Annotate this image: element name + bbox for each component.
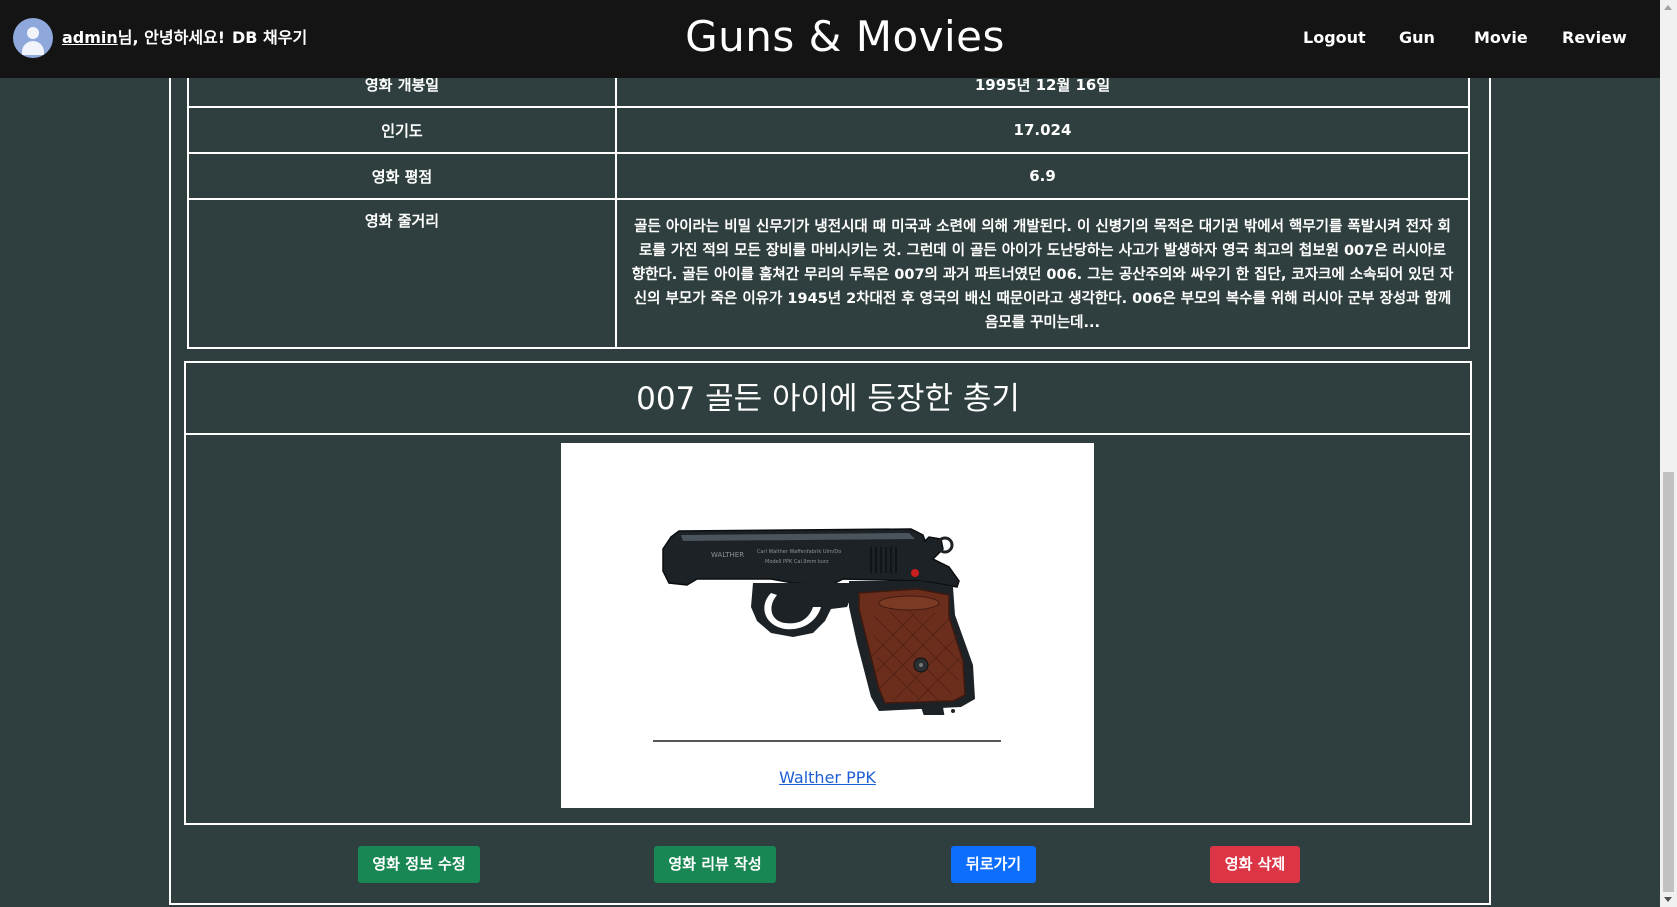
brand-title[interactable]: Guns & Movies — [640, 12, 1050, 61]
write-review-button[interactable]: 영화 리뷰 작성 — [654, 846, 776, 883]
nav-movie[interactable]: Movie — [1474, 28, 1528, 47]
nav-logout[interactable]: Logout — [1303, 28, 1366, 47]
svg-text:Carl Walther Waffenfabrik Ulm/: Carl Walther Waffenfabrik Ulm/Do — [757, 549, 841, 555]
gun-card[interactable]: WALTHER Carl Walther Waffenfabrik Ulm/Do… — [561, 443, 1094, 808]
svg-text:WALTHER: WALTHER — [711, 551, 744, 559]
movie-info-table: 영화 개봉일 1995년 12월 16일 인기도 17.024 영화 평점 6.… — [187, 60, 1470, 349]
popularity-value: 17.024 — [615, 106, 1470, 154]
table-row: 영화 평점 6.9 — [187, 152, 1470, 200]
user-icon — [27, 27, 39, 39]
back-button[interactable]: 뒤로가기 — [951, 846, 1036, 883]
vertical-scrollbar[interactable] — [1660, 0, 1677, 907]
top-navbar: admin님, 안녕하세요! DB 채우기 Guns & Movies Logo… — [0, 0, 1660, 78]
pistol-image[interactable]: WALTHER Carl Walther Waffenfabrik Ulm/Do… — [653, 475, 1001, 715]
greeting: admin님, 안녕하세요! — [62, 24, 225, 48]
nav-gun[interactable]: Gun — [1399, 28, 1435, 47]
scroll-up-icon[interactable] — [1664, 5, 1672, 10]
guns-section: 007 골든 아이에 등장한 총기 WALTHER Carl Walther W… — [184, 361, 1472, 825]
popularity-label: 인기도 — [187, 106, 617, 154]
user-icon-body — [22, 41, 44, 55]
scroll-down-icon[interactable] — [1664, 897, 1672, 902]
gun-divider — [653, 740, 1001, 742]
rating-label: 영화 평점 — [187, 152, 617, 200]
edit-movie-button[interactable]: 영화 정보 수정 — [358, 846, 480, 883]
gun-link-walther-ppk[interactable]: Walther PPK — [561, 768, 1094, 787]
plot-value: 골든 아이라는 비밀 신무기가 냉전시대 때 미국과 소련에 의해 개발된다. … — [615, 198, 1470, 349]
username-link[interactable]: admin — [62, 28, 118, 47]
table-row: 인기도 17.024 — [187, 106, 1470, 154]
table-row: 영화 줄거리 골든 아이라는 비밀 신무기가 냉전시대 때 미국과 소련에 의해… — [187, 198, 1470, 349]
greeting-suffix: 님, 안녕하세요! — [117, 28, 226, 47]
guns-section-title: 007 골든 아이에 등장한 총기 — [186, 363, 1470, 435]
avatar[interactable] — [13, 18, 53, 58]
plot-label: 영화 줄거리 — [187, 198, 617, 349]
scrollbar-thumb[interactable] — [1663, 472, 1674, 892]
nav-review[interactable]: Review — [1562, 28, 1627, 47]
db-fill-link[interactable]: DB 채우기 — [232, 24, 307, 48]
svg-text:Modell PPK Cal.9mm kurz: Modell PPK Cal.9mm kurz — [765, 559, 829, 565]
delete-movie-button[interactable]: 영화 삭제 — [1210, 846, 1300, 883]
rating-value: 6.9 — [615, 152, 1470, 200]
